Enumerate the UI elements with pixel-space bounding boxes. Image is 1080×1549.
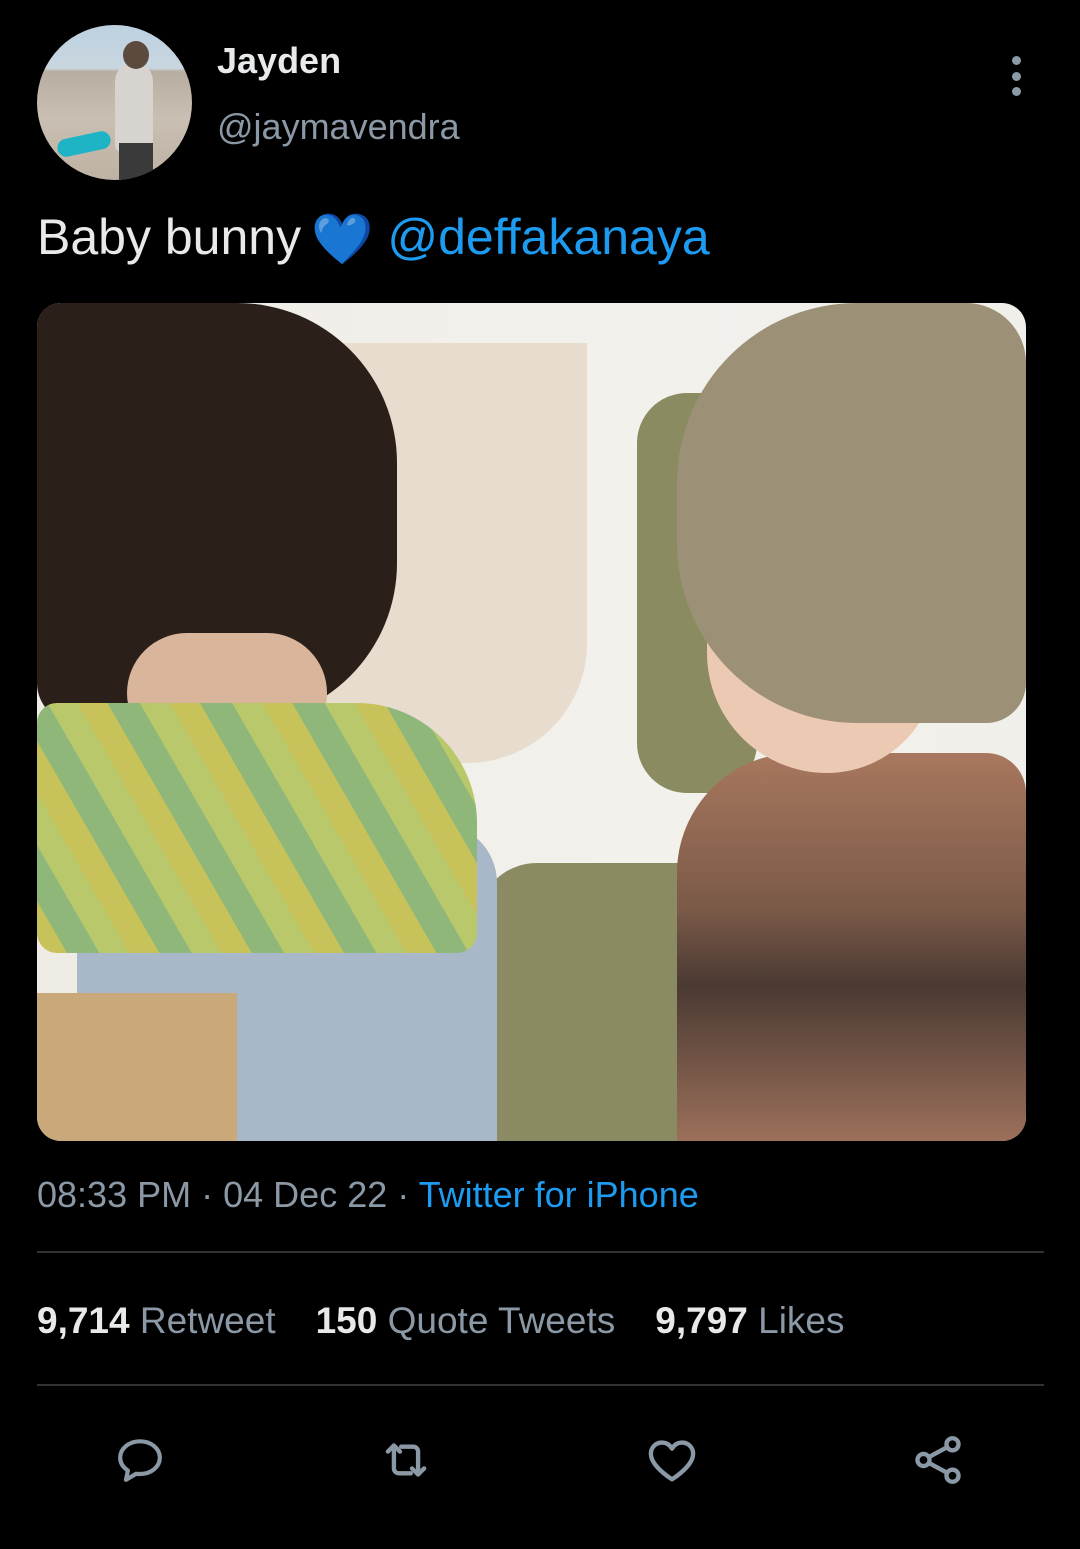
share-icon[interactable]	[908, 1430, 968, 1490]
avatar-legs	[119, 143, 153, 180]
author-name[interactable]: Jayden	[217, 40, 341, 82]
quotes-stat[interactable]: 150 Quote Tweets	[316, 1300, 616, 1341]
tweet-body: Baby bunny	[37, 209, 302, 265]
retweets-stat[interactable]: 9,714 Retweet	[37, 1300, 276, 1341]
photo-person-right-shirt	[677, 753, 1026, 1141]
like-icon[interactable]	[642, 1430, 702, 1490]
photo-person-right-hair	[677, 303, 1026, 723]
likes-stat[interactable]: 9,797 Likes	[655, 1300, 844, 1341]
tweet-source-link[interactable]: Twitter for iPhone	[419, 1174, 699, 1215]
tweet-date: 04 Dec 22	[223, 1174, 388, 1215]
retweet-count: 9,714	[37, 1300, 130, 1341]
tweet-meta: 08:33 PM · 04 Dec 22 · Twitter for iPhon…	[37, 1174, 699, 1216]
like-label: Likes	[758, 1300, 845, 1341]
photo-ledge	[37, 993, 237, 1141]
avatar-figure	[115, 63, 153, 153]
tweet-time: 08:33 PM	[37, 1174, 192, 1215]
divider	[37, 1251, 1044, 1253]
meta-separator: ·	[201, 1174, 214, 1215]
more-dot	[1011, 71, 1021, 81]
author-avatar[interactable]	[37, 25, 192, 180]
more-dot	[1011, 87, 1021, 96]
meta-separator: ·	[397, 1174, 410, 1215]
quote-count: 150	[315, 1300, 378, 1341]
retweet-label: Retweet	[139, 1300, 276, 1341]
quote-label: Quote Tweets	[387, 1300, 616, 1341]
author-handle[interactable]: @jaymavendra	[217, 106, 460, 148]
more-dot	[1011, 56, 1021, 65]
tweet-stats: 9,714 Retweet 150 Quote Tweets 9,797 Likes	[37, 1300, 845, 1342]
photo-leaf-pillow	[37, 703, 477, 953]
blue-heart-emoji: 💙	[311, 211, 374, 267]
more-icon[interactable]	[1004, 56, 1028, 96]
divider	[37, 1384, 1044, 1386]
retweet-icon[interactable]	[376, 1430, 436, 1490]
tweet-media-image[interactable]	[37, 303, 1026, 1141]
mention-link[interactable]: @deffakanaya	[387, 209, 709, 265]
avatar-board	[55, 129, 113, 159]
avatar-head	[123, 41, 149, 69]
like-count: 9,797	[655, 1300, 748, 1341]
tweet-text: Baby bunny 💙 @deffakanaya	[37, 208, 710, 269]
reply-icon[interactable]	[110, 1430, 170, 1490]
